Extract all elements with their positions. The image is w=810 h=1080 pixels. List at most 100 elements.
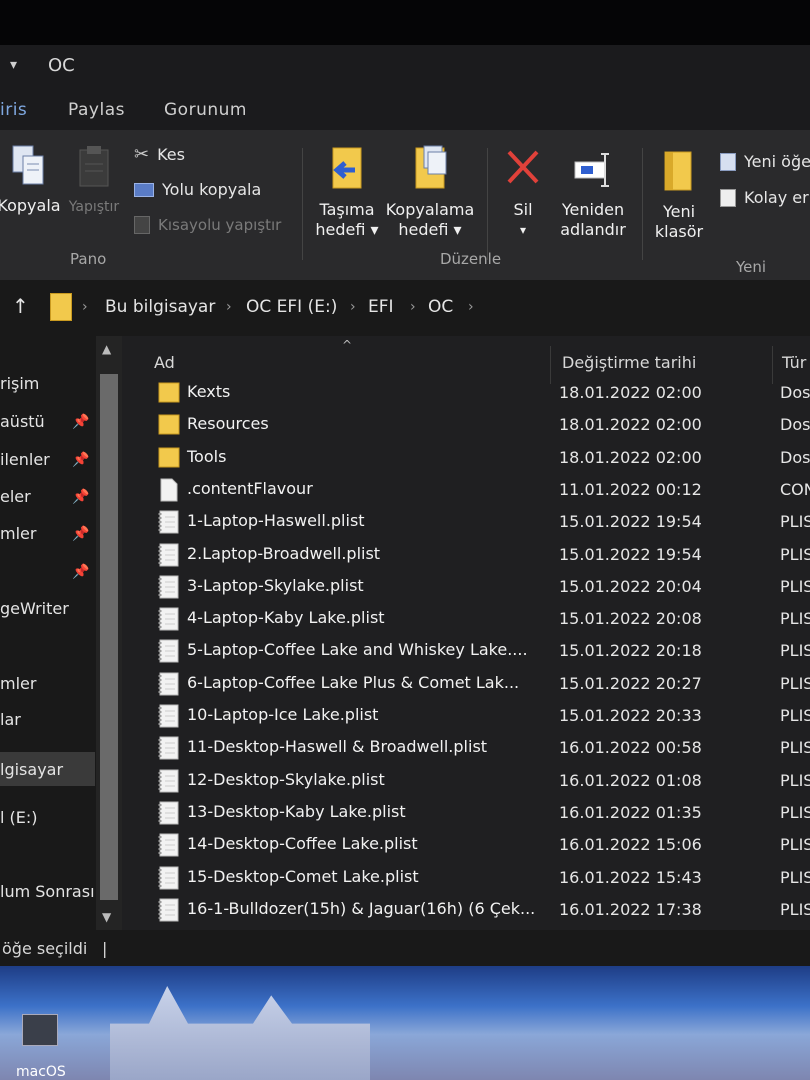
table-row[interactable]: 4-Laptop-Kaby Lake.plist 15.01.2022 20:08… <box>122 602 810 634</box>
move-to-button[interactable]: Taşıma hedefi ▾ <box>312 144 382 240</box>
table-row[interactable]: 14-Desktop-Coffee Lake.plist 16.01.2022 1… <box>122 828 810 860</box>
group-label-yeni: Yeni <box>736 258 767 276</box>
selection-status: öğe seçildi <box>2 939 88 958</box>
plist-file-icon <box>158 801 179 825</box>
table-row[interactable]: Kexts 18.01.2022 02:00 Dos <box>122 376 810 408</box>
file-type: PLIST <box>780 770 810 790</box>
table-row[interactable]: 10-Laptop-Ice Lake.plist 15.01.2022 20:33… <box>122 699 810 731</box>
folder-icon <box>158 382 180 403</box>
table-row[interactable]: Tools 18.01.2022 02:00 Dos <box>122 441 810 473</box>
file-date: 16.01.2022 01:35 <box>559 802 702 822</box>
copy-button[interactable]: Kopyala <box>0 144 64 216</box>
breadcrumb-oc-efi-drive[interactable]: OC EFI (E:) <box>246 297 337 317</box>
table-row[interactable]: 12-Desktop-Skylake.plist 16.01.2022 01:08… <box>122 764 810 796</box>
copy-to-button[interactable]: Kopyalama hedefi ▾ <box>384 144 476 240</box>
breadcrumb-oc[interactable]: OC <box>428 297 453 317</box>
nav-item-desktop[interactable]: aüstü <box>0 412 45 431</box>
window-title: OC <box>48 55 75 76</box>
plist-file-icon <box>158 769 179 793</box>
new-folder-button[interactable]: Yeni klasör <box>648 148 710 242</box>
plist-file-icon <box>158 704 179 728</box>
table-row[interactable]: 11-Desktop-Haswell & Broadwell.plist 16.0… <box>122 731 810 763</box>
paste-button[interactable]: Yapıştır <box>64 144 124 217</box>
table-row[interactable]: 1-Laptop-Haswell.plist 15.01.2022 19:54 PL… <box>122 505 810 537</box>
paste-shortcut-icon <box>134 216 150 234</box>
quick-access-dropdown[interactable]: ▾ <box>10 57 17 73</box>
easy-access-button[interactable]: Kolay er <box>720 188 809 207</box>
table-row[interactable]: 3-Laptop-Skylake.plist 15.01.2022 20:04 PL… <box>122 570 810 602</box>
address-bar[interactable]: ↑ › Bu bilgisayar › OC EFI (E:) › EFI › … <box>0 280 810 337</box>
file-name: 12-Desktop-Skylake.plist <box>187 769 385 789</box>
copy-to-label-2: hedefi ▾ <box>398 220 462 239</box>
scroll-down-icon[interactable]: ▼ <box>102 910 111 924</box>
breadcrumb-this-pc[interactable]: Bu bilgisayar <box>105 297 215 317</box>
macos-drive-icon[interactable] <box>22 1014 58 1046</box>
file-date: 15.01.2022 20:04 <box>559 576 702 596</box>
table-row[interactable]: Resources 18.01.2022 02:00 Dos <box>122 408 810 440</box>
rename-button[interactable]: Yeniden adlandır <box>554 144 632 240</box>
file-date: 16.01.2022 01:08 <box>559 770 702 790</box>
file-type: PLIS <box>780 512 810 532</box>
paste-shortcut-button[interactable]: Kısayolu yapıştır <box>134 216 281 234</box>
nav-item-this-pc[interactable]: lgisayar <box>0 760 63 779</box>
ribbon-separator <box>642 148 643 260</box>
nav-item-folders[interactable]: lar <box>0 710 21 729</box>
table-row[interactable]: 16-1-Bulldozer(15h) & Jaguar(16h) (6 Çek… <box>122 893 810 925</box>
table-row[interactable]: 2.Laptop-Broadwell.plist 15.01.2022 19:54… <box>122 538 810 570</box>
file-date: 15.01.2022 20:33 <box>559 706 702 725</box>
nav-item-after-install[interactable]: lum Sonrası <box>0 882 95 901</box>
copy-folder-icon <box>415 145 447 189</box>
nav-item-docs-2[interactable]: mler <box>0 674 36 693</box>
status-divider: | <box>102 939 108 958</box>
file-date: 15.01.2022 19:54 <box>559 544 702 564</box>
nav-item-oc-efi[interactable]: l (E:) <box>0 808 38 827</box>
file-date: 18.01.2022 02:00 <box>559 383 702 402</box>
file-date: 16.01.2022 15:43 <box>559 867 702 887</box>
cut-label: Kes <box>157 145 185 164</box>
file-type: Dos <box>780 415 810 435</box>
column-header-type[interactable]: Tür <box>782 353 806 372</box>
group-label-duzenle: Düzenle <box>440 250 502 268</box>
table-row[interactable]: 15-Desktop-Comet Lake.plist 16.01.2022 15… <box>122 861 810 893</box>
chevron-right-icon: › <box>82 299 88 315</box>
tab-paylas[interactable]: Paylas <box>68 100 125 120</box>
ribbon-separator <box>487 148 488 260</box>
column-header-name[interactable]: Ad <box>154 353 175 372</box>
breadcrumb-efi[interactable]: EFI <box>368 297 394 317</box>
scroll-up-icon[interactable]: ▲ <box>102 342 111 356</box>
plist-file-icon <box>158 510 179 534</box>
nav-scrollbar-thumb[interactable] <box>100 374 118 900</box>
nav-item-imagewriter[interactable]: geWriter <box>0 599 69 618</box>
file-name: 10-Laptop-Ice Lake.plist <box>187 705 379 724</box>
easy-access-label: Kolay er <box>744 188 809 207</box>
cut-button[interactable]: ✂ Kes <box>134 144 185 165</box>
table-row[interactable]: .contentFlavour 11.01.2022 00:12 CON <box>122 473 810 505</box>
new-item-button[interactable]: Yeni öğe <box>720 152 810 171</box>
file-name: 3-Laptop-Skylake.plist <box>187 575 364 595</box>
nav-item-quick-access[interactable]: rişim <box>0 374 39 393</box>
copy-path-label: Yolu kopyala <box>162 180 262 199</box>
table-row[interactable]: 13-Desktop-Kaby Lake.plist 16.01.2022 01:… <box>122 796 810 828</box>
file-name: 5-Laptop-Coffee Lake and Whiskey Lake...… <box>187 640 528 660</box>
file-date: 16.01.2022 00:58 <box>559 738 702 758</box>
file-name: 14-Desktop-Coffee Lake.plist <box>187 834 418 854</box>
nav-item-downloads[interactable]: ilenler <box>0 450 50 469</box>
up-arrow-icon[interactable]: ↑ <box>12 294 29 318</box>
file-name: 16-1-Bulldozer(15h) & Jaguar(16h) (6 Çek… <box>187 898 536 918</box>
ribbon-separator <box>302 148 303 260</box>
tab-giris[interactable]: iris <box>0 100 27 120</box>
column-header-date[interactable]: Değiştirme tarihi <box>562 353 696 372</box>
nav-item-documents[interactable]: eler <box>0 487 31 506</box>
nav-item-pictures[interactable]: mler <box>0 524 36 543</box>
sort-ascending-icon[interactable]: ^ <box>342 338 352 352</box>
delete-button[interactable]: Sil ▾ <box>498 144 548 240</box>
easy-access-icon <box>720 188 736 207</box>
table-row[interactable]: 5-Laptop-Coffee Lake and Whiskey Lake...… <box>122 634 810 666</box>
desktop-icon-label[interactable]: macOS <box>16 1064 66 1080</box>
copy-to-label-1: Kopyalama <box>385 200 475 219</box>
file-type: PLIS <box>780 609 810 629</box>
plist-file-icon <box>158 607 179 631</box>
table-row[interactable]: 6-Laptop-Coffee Lake Plus & Comet Lak...… <box>122 667 810 699</box>
copy-path-button[interactable]: Yolu kopyala <box>134 180 261 199</box>
tab-gorunum[interactable]: Gorunum <box>164 100 247 120</box>
